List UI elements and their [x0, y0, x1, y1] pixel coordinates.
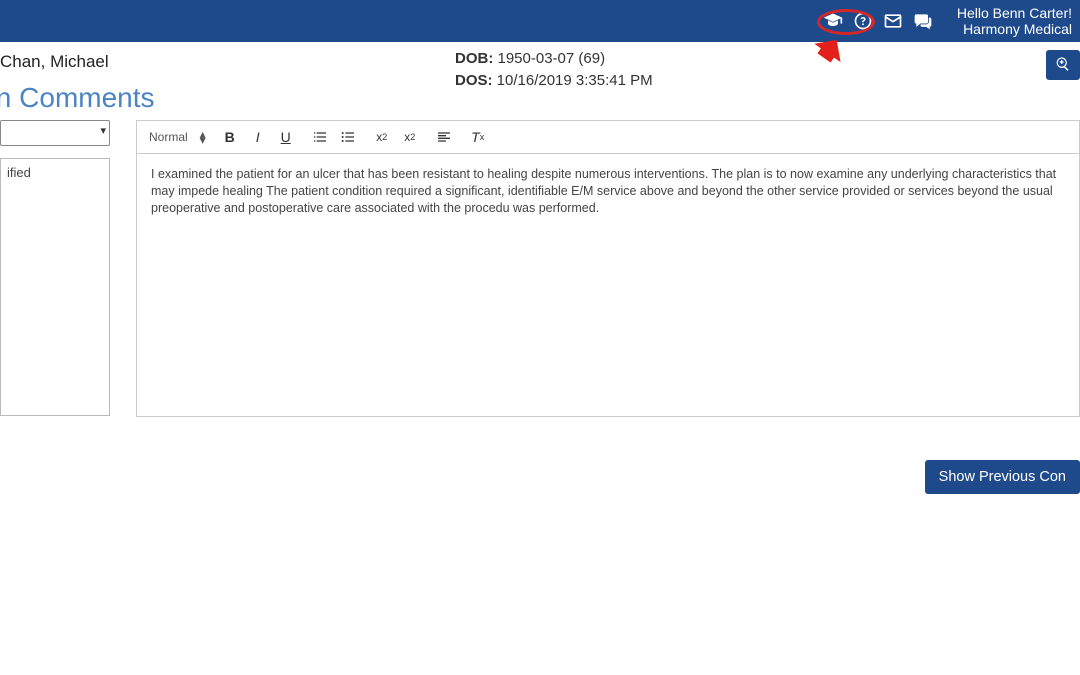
unordered-list-button[interactable] — [338, 127, 358, 147]
graduation-cap-icon[interactable] — [823, 11, 843, 31]
ordered-list-button[interactable] — [310, 127, 330, 147]
editor-toolbar: Normal ▴▾ B I U x2 x2 — [137, 121, 1079, 154]
user-info-block: Hello Benn Carter! Harmony Medical — [957, 5, 1072, 37]
dos-value: 10/16/2019 3:35:41 PM — [497, 72, 653, 89]
template-select[interactable] — [0, 120, 110, 146]
subscript-button[interactable]: x2 — [372, 127, 392, 147]
dob-label: DOB: — [455, 50, 493, 67]
left-sidebar: ified — [0, 120, 112, 419]
sidebar-textarea[interactable]: ified — [0, 158, 110, 416]
underline-button[interactable]: U — [276, 127, 296, 147]
search-button[interactable] — [1046, 50, 1080, 80]
rich-text-editor: Normal ▴▾ B I U x2 x2 — [136, 120, 1080, 417]
align-button[interactable] — [434, 127, 454, 147]
org-name-text: Harmony Medical — [957, 21, 1072, 37]
magnify-plus-icon — [1055, 56, 1071, 75]
dos-label: DOS: — [455, 72, 493, 89]
clear-format-button[interactable]: Tx — [468, 127, 488, 147]
envelope-icon[interactable] — [883, 11, 903, 31]
bold-button[interactable]: B — [220, 127, 240, 147]
dob-value: 1950-03-07 (69) — [498, 50, 606, 67]
topbar-icon-group — [823, 11, 933, 31]
paragraph-style-select[interactable]: Normal — [149, 130, 192, 144]
top-navbar: Hello Benn Carter! Harmony Medical — [0, 0, 1080, 42]
superscript-button[interactable]: x2 — [400, 127, 420, 147]
patient-name: Chan, Michael — [0, 52, 109, 72]
editor-content-area[interactable]: I examined the patient for an ulcer that… — [137, 154, 1079, 416]
patient-meta: DOB: 1950-03-07 (69) DOS: 10/16/2019 3:3… — [455, 48, 653, 92]
help-circle-icon[interactable] — [853, 11, 873, 31]
italic-button[interactable]: I — [248, 127, 268, 147]
patient-info-bar: Chan, Michael DOB: 1950-03-07 (69) DOS: … — [0, 42, 1080, 78]
greeting-text: Hello Benn Carter! — [957, 5, 1072, 21]
style-select-caret-icon: ▴▾ — [200, 131, 206, 143]
chat-bubbles-icon[interactable] — [913, 11, 933, 31]
main-content-row: ified Normal ▴▾ B I U x2 — [0, 120, 1080, 419]
show-previous-button[interactable]: Show Previous Con — [925, 460, 1080, 494]
